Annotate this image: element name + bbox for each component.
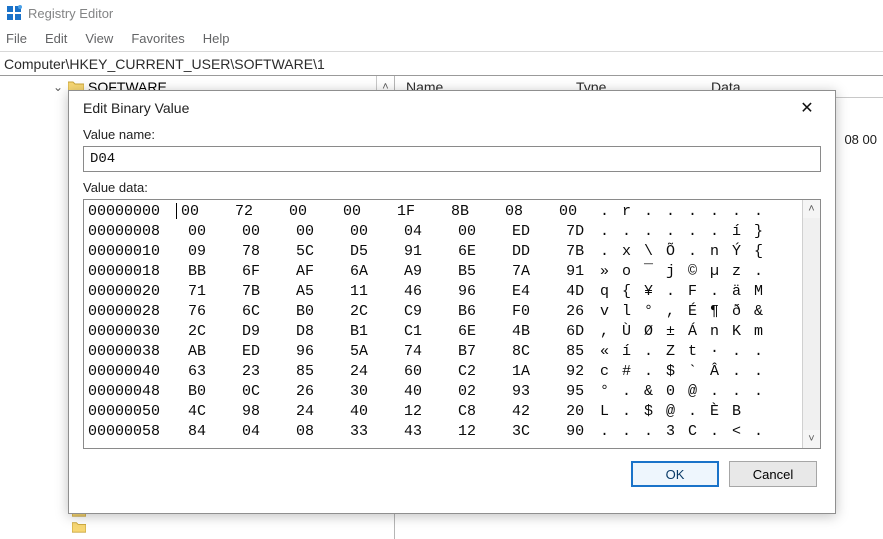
hex-offset: 00000048 xyxy=(88,382,170,402)
hex-offset: 00000020 xyxy=(88,282,170,302)
app-title: Registry Editor xyxy=(28,6,113,21)
edit-binary-dialog: Edit Binary Value ✕ Value name: Value da… xyxy=(68,90,836,514)
hex-ascii: v l ° , É ¶ ð & xyxy=(600,302,798,322)
dialog-titlebar[interactable]: Edit Binary Value ✕ xyxy=(69,91,835,125)
hex-row[interactable]: 00000028 76 6C B0 2C C9 B6 F0 26v l ° , … xyxy=(88,302,798,322)
hex-ascii: . x \ Õ . n Ý { xyxy=(600,242,798,262)
close-icon[interactable]: ✕ xyxy=(787,94,827,122)
scroll-up-icon[interactable]: ˄ xyxy=(803,200,820,218)
hex-row[interactable]: 00000038 AB ED 96 5A 74 B7 8C 85« í . Z … xyxy=(88,342,798,362)
hex-ascii: c # . $ ` Â . . xyxy=(600,362,798,382)
hex-offset: 00000030 xyxy=(88,322,170,342)
menu-favorites[interactable]: Favorites xyxy=(131,31,184,46)
address-bar[interactable]: Computer\HKEY_CURRENT_USER\SOFTWARE\1 xyxy=(0,52,883,76)
hex-offset: 00000028 xyxy=(88,302,170,322)
hex-scrollbar[interactable]: ˄ ˅ xyxy=(802,200,820,448)
hex-offset: 00000008 xyxy=(88,222,170,242)
hex-row[interactable]: 00000058 84 04 08 33 43 12 3C 90. . . 3 … xyxy=(88,422,798,442)
chevron-down-icon[interactable]: ⌄ xyxy=(52,80,64,94)
value-name-input[interactable] xyxy=(83,146,821,172)
hex-bytes[interactable]: B0 0C 26 30 40 02 93 95 xyxy=(170,382,600,402)
hex-bytes[interactable]: 00 72 00 00 1F 8B 08 00 xyxy=(170,202,600,222)
hex-bytes[interactable]: 76 6C B0 2C C9 B6 F0 26 xyxy=(170,302,600,322)
address-path: Computer\HKEY_CURRENT_USER\SOFTWARE\1 xyxy=(4,56,325,72)
app-icon xyxy=(6,5,22,21)
menu-file[interactable]: File xyxy=(6,31,27,46)
hex-row[interactable]: 0000000000 72 00 00 1F 8B 08 00. r . . .… xyxy=(88,202,798,222)
hex-ascii: . . . 3 C . < . xyxy=(600,422,798,442)
menu-help[interactable]: Help xyxy=(203,31,230,46)
hex-offset: 00000000 xyxy=(88,202,170,222)
hex-offset: 00000038 xyxy=(88,342,170,362)
scroll-down-icon[interactable]: ˅ xyxy=(803,430,820,448)
hex-ascii: « í . Z t · . . xyxy=(600,342,798,362)
hex-bytes[interactable]: 71 7B A5 11 46 96 E4 4D xyxy=(170,282,600,302)
folder-icon xyxy=(72,521,86,533)
dialog-title: Edit Binary Value xyxy=(83,100,787,116)
cancel-button[interactable]: Cancel xyxy=(729,461,817,487)
hex-editor[interactable]: 0000000000 72 00 00 1F 8B 08 00. r . . .… xyxy=(83,199,821,449)
hex-bytes[interactable]: 09 78 5C D5 91 6E DD 7B xyxy=(170,242,600,262)
hex-row[interactable]: 00000048 B0 0C 26 30 40 02 93 95° . & 0 … xyxy=(88,382,798,402)
hex-bytes[interactable]: AB ED 96 5A 74 B7 8C 85 xyxy=(170,342,600,362)
ok-button[interactable]: OK xyxy=(631,461,719,487)
hex-offset: 00000018 xyxy=(88,262,170,282)
hex-ascii: L . $ @ . È B xyxy=(600,402,798,422)
hex-ascii: , Ù Ø ± Á n K m xyxy=(600,322,798,342)
hex-ascii: ° . & 0 @ . . . xyxy=(600,382,798,402)
hex-row[interactable]: 00000050 4C 98 24 40 12 C8 42 20L . $ @ … xyxy=(88,402,798,422)
hex-row[interactable]: 00000008 00 00 00 00 04 00 ED 7D. . . . … xyxy=(88,222,798,242)
window-titlebar: Registry Editor xyxy=(0,0,883,26)
menubar: File Edit View Favorites Help xyxy=(0,26,883,52)
list-row-fragment: 08 00 xyxy=(844,132,877,147)
hex-row[interactable]: 00000040 63 23 85 24 60 C2 1A 92c # . $ … xyxy=(88,362,798,382)
hex-row[interactable]: 00000010 09 78 5C D5 91 6E DD 7B. x \ Õ … xyxy=(88,242,798,262)
hex-bytes[interactable]: 00 00 00 00 04 00 ED 7D xyxy=(170,222,600,242)
hex-ascii: . . . . . . í } xyxy=(600,222,798,242)
hex-ascii: q { ¥ . F . ä M xyxy=(600,282,798,302)
hex-ascii: » o ¯ j © µ z . xyxy=(600,262,798,282)
hex-bytes[interactable]: 2C D9 D8 B1 C1 6E 4B 6D xyxy=(170,322,600,342)
hex-offset: 00000050 xyxy=(88,402,170,422)
menu-view[interactable]: View xyxy=(85,31,113,46)
menu-edit[interactable]: Edit xyxy=(45,31,67,46)
hex-ascii: . r . . . . . . xyxy=(600,202,798,222)
hex-bytes[interactable]: 63 23 85 24 60 C2 1A 92 xyxy=(170,362,600,382)
hex-bytes[interactable]: 84 04 08 33 43 12 3C 90 xyxy=(170,422,600,442)
hex-offset: 00000058 xyxy=(88,422,170,442)
hex-bytes[interactable]: BB 6F AF 6A A9 B5 7A 91 xyxy=(170,262,600,282)
hex-row[interactable]: 00000018 BB 6F AF 6A A9 B5 7A 91» o ¯ j … xyxy=(88,262,798,282)
value-name-label: Value name: xyxy=(83,127,821,142)
hex-offset: 00000010 xyxy=(88,242,170,262)
main-split: ⌄ SOFTWARE ˄ Name Type Data 08 00 Edit B… xyxy=(0,76,883,539)
hex-bytes[interactable]: 4C 98 24 40 12 C8 42 20 xyxy=(170,402,600,422)
hex-row[interactable]: 00000030 2C D9 D8 B1 C1 6E 4B 6D, Ù Ø ± … xyxy=(88,322,798,342)
hex-offset: 00000040 xyxy=(88,362,170,382)
hex-row[interactable]: 00000020 71 7B A5 11 46 96 E4 4Dq { ¥ . … xyxy=(88,282,798,302)
value-data-label: Value data: xyxy=(83,180,821,195)
